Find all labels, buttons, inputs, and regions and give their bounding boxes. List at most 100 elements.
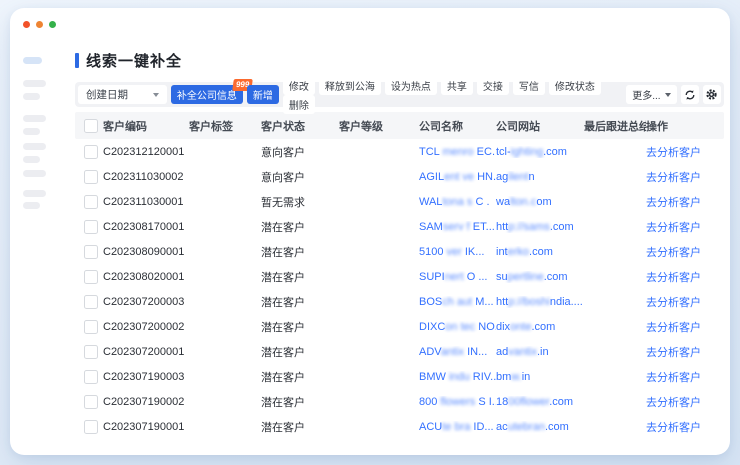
- share-button[interactable]: 共享: [441, 76, 473, 95]
- company-name-link[interactable]: TCL menro EC...: [419, 146, 496, 158]
- row-checkbox[interactable]: [84, 270, 98, 284]
- company-website-link[interactable]: http://boshindia....: [496, 296, 584, 308]
- table-row: C202308020001潜在客户SUPInert O ...supertlin…: [75, 264, 724, 289]
- row-checkbox[interactable]: [84, 245, 98, 259]
- redacted-text: tona s: [442, 196, 472, 208]
- row-checkbox[interactable]: [84, 170, 98, 184]
- modify-status-button[interactable]: 修改状态: [549, 76, 601, 95]
- sidebar-placeholder-item[interactable]: [23, 80, 46, 87]
- analyze-customer-link[interactable]: 去分析客户: [646, 419, 724, 435]
- table-row: C202307190001潜在客户ACUte bra ID...acutebra…: [75, 414, 724, 439]
- analyze-customer-link[interactable]: 去分析客户: [646, 244, 724, 260]
- analyze-customer-link[interactable]: 去分析客户: [646, 294, 724, 310]
- analyze-customer-link[interactable]: 去分析客户: [646, 169, 724, 185]
- sidebar-active-item[interactable]: [23, 57, 42, 64]
- row-checkbox[interactable]: [84, 370, 98, 384]
- release-to-public-pool-button[interactable]: 释放到公海: [319, 76, 381, 95]
- select-all-checkbox[interactable]: [84, 119, 98, 133]
- company-name-link[interactable]: ADVantix IN...: [419, 346, 496, 358]
- set-hot-button[interactable]: 设为热点: [385, 76, 437, 95]
- text: ADV: [419, 346, 441, 358]
- more-button[interactable]: 更多...: [626, 85, 676, 104]
- company-name-link[interactable]: WALtona s C .: [419, 196, 496, 208]
- delete-button[interactable]: 删除: [283, 95, 315, 114]
- create-date-filter-label: 创建日期: [86, 87, 128, 102]
- company-website-link[interactable]: bmw.in: [496, 371, 584, 383]
- sidebar-placeholder-item[interactable]: [23, 143, 46, 150]
- write-letter-button[interactable]: 写信: [513, 76, 545, 95]
- redacted-text: p://boshi: [508, 296, 550, 308]
- row-checkbox[interactable]: [84, 195, 98, 209]
- minimize-window-icon[interactable]: [36, 21, 43, 28]
- company-website-link[interactable]: agilentn: [496, 171, 584, 183]
- company-website-link[interactable]: 1800flower.com: [496, 396, 584, 408]
- text: su: [496, 271, 508, 283]
- text: ACU: [419, 421, 442, 433]
- add-button[interactable]: 新增: [247, 85, 279, 104]
- sidebar-placeholder-item[interactable]: [23, 115, 46, 122]
- redacted-text: nert: [445, 271, 464, 283]
- company-name-link[interactable]: SUPInert O ...: [419, 271, 496, 283]
- page-title-text: 线索一键补全: [86, 50, 182, 71]
- company-website-link[interactable]: tcl-ighting.com: [496, 146, 584, 158]
- row-checkbox[interactable]: [84, 420, 98, 434]
- modify-button[interactable]: 修改: [283, 76, 315, 95]
- customer-code-cell: C202308170001: [103, 221, 189, 233]
- sidebar-placeholder-item[interactable]: [23, 170, 46, 177]
- text: EC...: [474, 146, 496, 158]
- sidebar-placeholder-item[interactable]: [23, 128, 40, 135]
- text: BOS: [419, 296, 442, 308]
- handover-button[interactable]: 交接: [477, 76, 509, 95]
- analyze-customer-link[interactable]: 去分析客户: [646, 369, 724, 385]
- company-name-link[interactable]: SAMserv f ET...: [419, 221, 496, 233]
- company-name-link[interactable]: 5100 ver IK...: [419, 246, 496, 258]
- refresh-button[interactable]: [681, 85, 699, 104]
- text: int: [496, 246, 508, 258]
- row-checkbox[interactable]: [84, 395, 98, 409]
- settings-button[interactable]: [703, 85, 721, 104]
- company-name-link[interactable]: BOSch aut M...: [419, 296, 496, 308]
- company-name-link[interactable]: ACUte bra ID...: [419, 421, 496, 433]
- redacted-text: indu: [446, 371, 470, 383]
- complete-company-info-button[interactable]: 补全公司信息 999: [171, 85, 243, 104]
- analyze-customer-link[interactable]: 去分析客户: [646, 194, 724, 210]
- text: SAM: [419, 221, 443, 233]
- column-header: 最后跟进总结: [584, 118, 646, 134]
- company-website-link[interactable]: supertline.com: [496, 271, 584, 283]
- row-checkbox[interactable]: [84, 320, 98, 334]
- analyze-customer-link[interactable]: 去分析客户: [646, 344, 724, 360]
- analyze-customer-link[interactable]: 去分析客户: [646, 319, 724, 335]
- company-website-link[interactable]: http://sams.com: [496, 221, 584, 233]
- sidebar-placeholder-item[interactable]: [23, 202, 40, 209]
- text: .com: [529, 246, 553, 258]
- company-name-link[interactable]: AGILent ve HN...: [419, 171, 496, 183]
- close-window-icon[interactable]: [23, 21, 30, 28]
- sidebar-placeholder-item[interactable]: [23, 190, 46, 197]
- row-checkbox[interactable]: [84, 345, 98, 359]
- sidebar-placeholder-item[interactable]: [23, 93, 40, 100]
- text: ET...: [470, 221, 495, 233]
- company-name-link[interactable]: DIXCon tec NO...: [419, 321, 496, 333]
- text: in: [522, 371, 531, 383]
- company-name-link[interactable]: BMW indu RIV...: [419, 371, 496, 383]
- chevron-down-icon: [665, 93, 671, 97]
- customer-code-cell: C202307190001: [103, 421, 189, 433]
- create-date-filter-dropdown[interactable]: 创建日期: [78, 85, 167, 104]
- company-name-link[interactable]: 800 flowers S I...: [419, 396, 496, 408]
- company-website-link[interactable]: acutebran.com: [496, 421, 584, 433]
- company-website-link[interactable]: advantix.in: [496, 346, 584, 358]
- row-checkbox[interactable]: [84, 145, 98, 159]
- text: 800: [419, 396, 440, 408]
- analyze-customer-link[interactable]: 去分析客户: [646, 394, 724, 410]
- analyze-customer-link[interactable]: 去分析客户: [646, 219, 724, 235]
- analyze-customer-link[interactable]: 去分析客户: [646, 269, 724, 285]
- sidebar-placeholder-item[interactable]: [23, 156, 40, 163]
- row-checkbox[interactable]: [84, 295, 98, 309]
- row-checkbox[interactable]: [84, 220, 98, 234]
- company-website-link[interactable]: walton.com: [496, 196, 584, 208]
- company-website-link[interactable]: dixonte.com: [496, 321, 584, 333]
- analyze-customer-link[interactable]: 去分析客户: [646, 144, 724, 160]
- company-website-link[interactable]: interko.com: [496, 246, 584, 258]
- table-row: C202308170001潜在客户SAMserv f ET...http://s…: [75, 214, 724, 239]
- maximize-window-icon[interactable]: [49, 21, 56, 28]
